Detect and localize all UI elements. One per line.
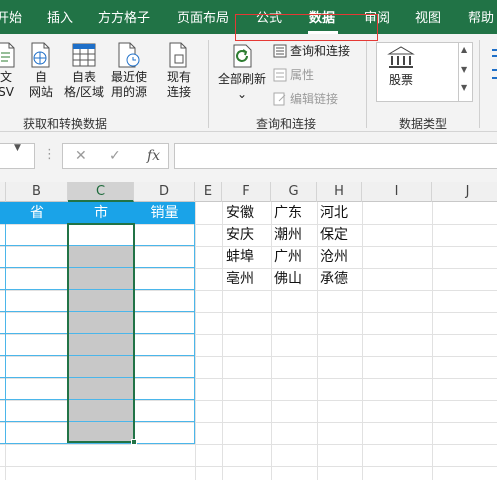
from-web-button[interactable]: 自 网站 [24,42,58,100]
tab-view[interactable]: 视图 [415,0,441,34]
recent-sources-button[interactable]: 最近使 用的源 [106,42,152,100]
list-item[interactable]: 沧州 [320,246,348,268]
column-headers: B C D E F G H I J [0,182,497,202]
table-header-province[interactable]: 省 [6,202,68,224]
column-header-c[interactable]: C [68,182,134,202]
list-item[interactable]: 承德 [320,268,348,290]
scroll-down-icon[interactable]: ▼ [461,65,467,74]
tab-page-layout[interactable]: 页面布局 [177,0,229,34]
gridline [0,466,497,467]
group-separator [366,40,367,128]
bank-icon [387,46,415,68]
from-table-range-button[interactable]: 自表 格/区域 [62,42,106,100]
group-separator [208,40,209,128]
table-header-sales[interactable]: 销量 [134,202,195,224]
edit-links-button[interactable]: 编辑链接 [273,91,338,107]
data-types-gallery[interactable]: 股票 ▲ ▼ ▼ [376,42,473,102]
group-label-get-transform: 获取和转换数据 [23,117,108,131]
from-text-csv-button[interactable]: 文 SV [0,42,18,100]
existing-connections-button[interactable]: 现有 连接 [160,42,198,100]
ribbon: 文 SV 自 网站 自表 格/区域 最近使 用的源 现有 连接 获取和转换数据 … [0,34,497,132]
refresh-all-button[interactable]: 全部刷新 ⌄ [214,42,270,102]
properties-button[interactable]: 属性 [273,67,314,83]
gridline [222,202,223,480]
column-header-j[interactable]: J [432,182,497,202]
web-page-icon [31,42,50,68]
column-header-g[interactable]: G [271,182,317,202]
chevron-down-icon: ⌄ [236,87,248,101]
worksheet-grid[interactable]: B C D E F G H I J 省 市 销量 安徽 安庆 蚌埠 亳州 广东 … [0,182,497,480]
edit-links-icon [273,92,286,106]
scroll-up-icon[interactable]: ▲ [461,45,467,54]
list-item[interactable]: 蚌埠 [226,246,254,268]
queries-connections-button[interactable]: 查询和连接 [273,43,350,59]
column-header-h[interactable]: H [317,182,362,202]
gridline [362,202,363,480]
properties-icon [273,68,287,82]
refresh-icon [233,44,252,68]
tab-home[interactable]: 开始 [0,0,22,34]
table-icon [72,43,96,67]
text-file-icon [0,42,15,68]
cancel-icon[interactable]: ✕ [75,148,87,164]
column-header-d[interactable]: D [134,182,195,202]
cell-selection[interactable] [67,223,135,443]
enter-icon[interactable]: ✓ [109,148,121,164]
group-label-data-types: 数据类型 [399,117,448,131]
tab-fangfang[interactable]: 方方格子 [98,0,150,34]
list-item[interactable]: 广州 [274,246,302,268]
stocks-button[interactable]: 股票 [381,45,421,88]
gallery-scroll[interactable]: ▲ ▼ ▼ [458,43,472,101]
formula-input[interactable] [174,143,497,169]
list-item[interactable]: 安徽 [226,202,254,224]
list-item[interactable]: 广东 [274,202,302,224]
tab-insert[interactable]: 插入 [47,0,73,34]
gridline [317,202,318,480]
existing-connections-icon [169,42,187,68]
column-header-b[interactable]: B [6,182,68,202]
gridline [432,202,433,480]
list-item[interactable]: 保定 [320,224,348,246]
gridline [0,444,497,445]
fill-handle[interactable] [131,439,137,445]
column-header-i[interactable]: I [362,182,432,202]
gridline [271,202,272,480]
column-header-e[interactable]: E [195,182,222,202]
gallery-more-icon[interactable]: ▼ [461,83,467,92]
queries-icon [273,44,287,58]
group-separator [479,40,480,128]
annotation-highlight-box [235,14,378,41]
name-box-dropdown-icon[interactable]: ▼ [14,143,21,153]
resize-grip-icon[interactable]: ⋮ [43,147,56,162]
list-item[interactable]: 潮州 [274,224,302,246]
list-item[interactable]: 河北 [320,202,348,224]
list-item[interactable]: 安庆 [226,224,254,246]
insert-function-icon[interactable]: fx [147,148,160,164]
formula-buttons: ✕ ✓ fx [62,143,169,169]
sort-filter-icon[interactable] [490,48,497,88]
formula-bar: ▼ ⋮ ✕ ✓ fx [0,132,497,182]
tab-help[interactable]: 帮助 [468,0,494,34]
group-label-queries: 查询和连接 [256,117,317,131]
list-item[interactable]: 佛山 [274,268,302,290]
list-item[interactable]: 亳州 [226,268,254,290]
table-border [0,443,195,444]
gridline [195,202,196,480]
table-header-city[interactable]: 市 [68,202,134,224]
recent-sources-icon [118,42,140,68]
column-header-f[interactable]: F [222,182,271,202]
